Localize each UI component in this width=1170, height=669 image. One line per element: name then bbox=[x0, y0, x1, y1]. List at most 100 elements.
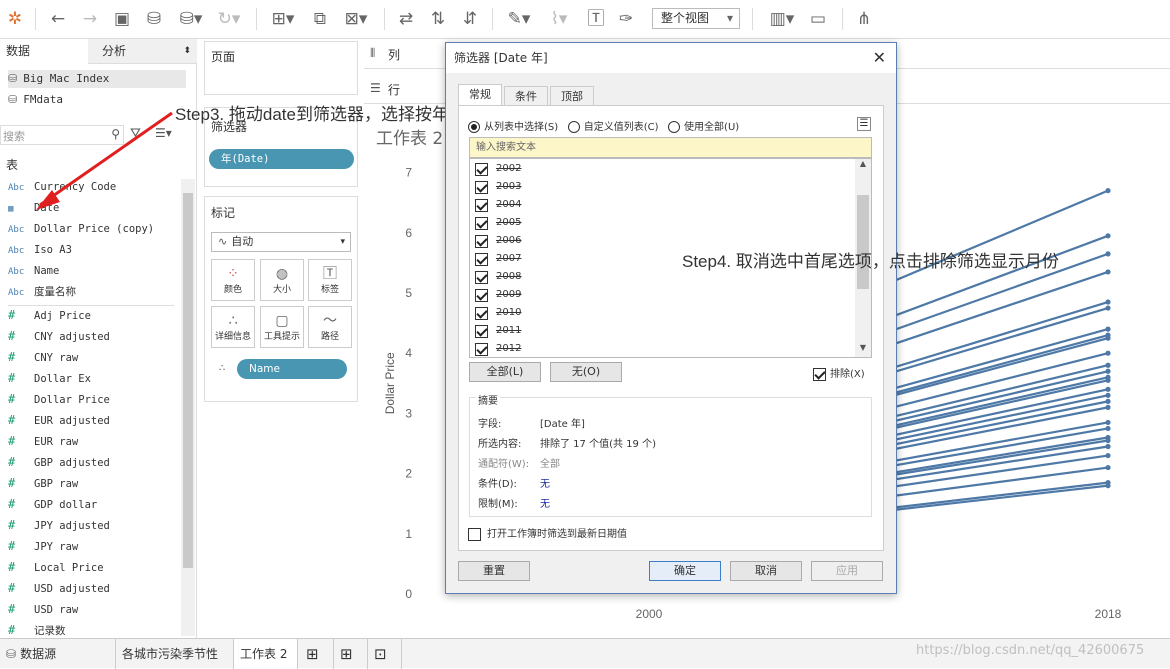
tab-general[interactable]: 常规 bbox=[458, 84, 502, 106]
datasource-menu-icon[interactable]: ⛁▾ bbox=[174, 7, 208, 31]
series-point-2018[interactable] bbox=[1105, 419, 1111, 426]
year-item[interactable]: 2012 bbox=[475, 340, 835, 358]
tableau-logo-icon[interactable]: ✲ bbox=[4, 7, 26, 31]
series-point-2018[interactable] bbox=[1105, 362, 1111, 368]
scroll-up-icon[interactable]: ▲ bbox=[855, 159, 871, 173]
new-dashboard-icon[interactable]: ⊞ bbox=[334, 639, 368, 669]
measure-field[interactable]: # USD adjusted bbox=[8, 578, 110, 598]
filter-icon[interactable]: ⛛ bbox=[130, 126, 141, 141]
filter-pill-year-date[interactable]: 年(Date) bbox=[209, 149, 354, 169]
measure-field[interactable]: # Local Price bbox=[8, 557, 104, 577]
dimension-field[interactable]: Abc Dollar Price (copy) bbox=[8, 219, 154, 239]
series-point-2018[interactable] bbox=[1105, 464, 1111, 471]
clear-sheet-icon[interactable]: ⊠▾ bbox=[338, 7, 374, 31]
scrollbar-thumb[interactable] bbox=[183, 193, 193, 568]
highlight-icon[interactable]: ✎▾ bbox=[502, 7, 536, 31]
year-checkbox[interactable] bbox=[475, 252, 488, 266]
measure-field[interactable]: # GBP adjusted bbox=[8, 452, 110, 472]
year-checkbox[interactable] bbox=[475, 324, 488, 338]
sort-desc-icon[interactable]: ⇵ bbox=[458, 7, 482, 31]
dimension-field[interactable]: Abc Currency Code bbox=[8, 177, 116, 197]
mark-type-select[interactable]: ∿ 自动 ▾ bbox=[211, 232, 351, 252]
tooltip-button[interactable]: ▢ 工具提示 bbox=[260, 306, 304, 348]
value-search-input[interactable]: 输入搜索文本 bbox=[469, 137, 872, 158]
exclude-checkbox[interactable] bbox=[813, 367, 826, 381]
measure-field[interactable]: # CNY adjusted bbox=[8, 326, 110, 346]
series-point-2018[interactable] bbox=[1105, 350, 1111, 356]
measure-field[interactable]: # JPY adjusted bbox=[8, 515, 110, 535]
year-checkbox[interactable] bbox=[475, 180, 488, 194]
series-point-2018[interactable] bbox=[1105, 299, 1111, 305]
swap-icon[interactable]: ⇄ bbox=[394, 7, 418, 31]
measure-field[interactable]: # EUR raw bbox=[8, 431, 78, 451]
tab-worksheet-2[interactable]: 工作表 2 bbox=[234, 639, 298, 669]
year-checkbox[interactable] bbox=[475, 234, 488, 248]
measure-field[interactable]: # GDP dollar bbox=[8, 494, 97, 514]
list-menu-icon[interactable]: ☰ bbox=[857, 117, 871, 131]
color-button[interactable]: ⁘ 颜色 bbox=[211, 259, 255, 301]
field-search-input[interactable]: 搜索 ⚲ bbox=[0, 125, 124, 145]
share-icon[interactable]: ⋔ bbox=[852, 7, 876, 31]
exclude-checkbox-row[interactable]: 排除(X) bbox=[813, 365, 865, 381]
save-icon[interactable]: ▣ bbox=[110, 7, 134, 31]
pin-icon[interactable]: ✑ bbox=[614, 7, 638, 31]
scroll-down-icon[interactable]: ▼ bbox=[855, 343, 871, 357]
radio-custom[interactable] bbox=[567, 121, 580, 133]
measure-field[interactable]: # GBP raw bbox=[8, 473, 78, 493]
measure-field[interactable]: # JPY raw bbox=[8, 536, 78, 556]
year-item[interactable]: 2010 bbox=[475, 304, 835, 322]
year-item[interactable]: 2002 bbox=[475, 160, 835, 178]
sort-asc-icon[interactable]: ⇅ bbox=[426, 7, 450, 31]
undo-icon[interactable]: ← bbox=[46, 7, 70, 31]
year-checkbox[interactable] bbox=[475, 198, 488, 212]
series-point-2018[interactable] bbox=[1105, 377, 1111, 383]
detail-pill-name[interactable]: Name bbox=[237, 359, 347, 379]
series-point-2018[interactable] bbox=[1105, 404, 1111, 410]
measure-field[interactable]: # Adj Price bbox=[8, 305, 91, 325]
series-point-2018[interactable] bbox=[1105, 386, 1111, 392]
measure-field[interactable]: # EUR adjusted bbox=[8, 410, 110, 430]
tab-data[interactable]: 数据 bbox=[0, 39, 88, 64]
tab-city-pollution[interactable]: 各城市污染季节性 bbox=[116, 639, 234, 669]
new-datasource-icon[interactable]: ⛁ bbox=[142, 7, 166, 31]
year-item[interactable]: 2009 bbox=[475, 286, 835, 304]
year-item[interactable]: 2003 bbox=[475, 178, 835, 196]
refresh-icon[interactable]: ↻▾ bbox=[212, 7, 246, 31]
select-none-button[interactable]: 无(O) bbox=[550, 362, 622, 382]
duplicate-sheet-icon[interactable]: ⧉ bbox=[308, 7, 332, 31]
latest-date-row[interactable]: 打开工作簿时筛选到最新日期值 bbox=[468, 525, 627, 541]
measure-field[interactable]: # Dollar Price bbox=[8, 389, 110, 409]
group-icon[interactable]: ⌇▾ bbox=[542, 7, 576, 31]
year-item[interactable]: 2004 bbox=[475, 196, 835, 214]
year-item[interactable]: 2005 bbox=[475, 214, 835, 232]
series-point-2018[interactable] bbox=[1105, 326, 1111, 332]
close-icon[interactable]: ✕ bbox=[873, 43, 886, 73]
series-point-2018[interactable] bbox=[1105, 233, 1111, 239]
new-worksheet-icon[interactable]: ⊞▾ bbox=[266, 7, 300, 31]
series-point-2018[interactable] bbox=[1105, 425, 1111, 432]
tab-top[interactable]: 顶部 bbox=[550, 86, 594, 106]
fields-scrollbar[interactable] bbox=[181, 179, 195, 636]
series-point-2018[interactable] bbox=[1105, 305, 1111, 311]
label-button[interactable]: 🅃 标签 bbox=[308, 259, 352, 301]
fit-view-select[interactable]: 整个视图 ▾ bbox=[652, 8, 740, 29]
tab-condition[interactable]: 条件 bbox=[504, 86, 548, 106]
size-button[interactable]: ◍ 大小 bbox=[260, 259, 304, 301]
series-point-2018[interactable] bbox=[1105, 188, 1111, 194]
path-button[interactable]: 〜路径 bbox=[308, 306, 352, 348]
ok-button[interactable]: 确定 bbox=[649, 561, 721, 581]
series-point-2018[interactable] bbox=[1105, 335, 1111, 341]
measure-field[interactable]: # Dollar Ex bbox=[8, 368, 91, 388]
apply-button[interactable]: 应用 bbox=[811, 561, 883, 581]
year-checkbox[interactable] bbox=[475, 306, 488, 320]
year-item[interactable]: 2011 bbox=[475, 322, 835, 340]
year-checkbox[interactable] bbox=[475, 342, 488, 356]
measure-field[interactable]: # 记录数 bbox=[8, 620, 66, 640]
select-all-button[interactable]: 全部(L) bbox=[469, 362, 541, 382]
dimension-field[interactable]: Abc Name bbox=[8, 261, 59, 281]
label-icon[interactable]: 🅃 bbox=[584, 7, 608, 31]
cancel-button[interactable]: 取消 bbox=[730, 561, 802, 581]
year-checkbox[interactable] bbox=[475, 162, 488, 176]
year-checkbox[interactable] bbox=[475, 288, 488, 302]
new-worksheet-icon[interactable]: ⊞ bbox=[300, 639, 334, 669]
